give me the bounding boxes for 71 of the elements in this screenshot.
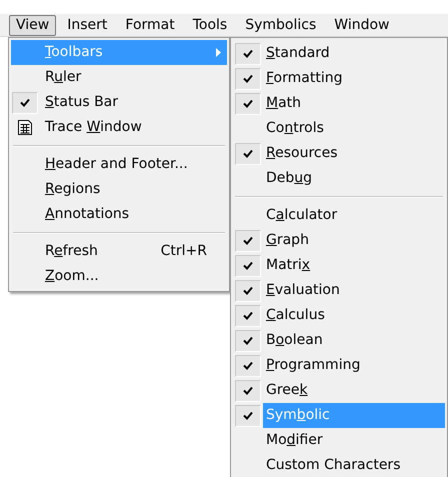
menu-item-label: Matrix bbox=[266, 256, 310, 275]
menu-item[interactable]: Refresh Ctrl+R bbox=[11, 239, 227, 264]
menu-item-label: Programming bbox=[266, 356, 360, 375]
menu-item[interactable]: Matrix bbox=[232, 253, 445, 278]
menu-item-label: Zoom... bbox=[45, 268, 99, 284]
menu-item[interactable]: Greek bbox=[232, 378, 445, 403]
checkmark-icon bbox=[242, 286, 253, 295]
menu-item[interactable]: Calculator bbox=[232, 203, 445, 228]
menu-item[interactable]: Custom Characters bbox=[232, 453, 445, 477]
menu-item-label: Ruler bbox=[45, 69, 82, 85]
menu-item[interactable]: Programming bbox=[232, 353, 445, 378]
menu-bar-item[interactable]: Tools bbox=[186, 14, 234, 36]
checkmark-icon bbox=[20, 98, 30, 107]
menu-item[interactable]: Standard bbox=[232, 41, 445, 66]
menu-item-label: Symbolic bbox=[266, 406, 330, 425]
menu-item[interactable]: Boolean bbox=[232, 328, 445, 353]
shortcut-label: Ctrl+R bbox=[160, 242, 207, 261]
menu-item-label: Header and Footer... bbox=[45, 156, 188, 172]
menu-item-label: Controls bbox=[266, 119, 324, 138]
checkmark-icon bbox=[242, 74, 253, 83]
menu-item-label: Math bbox=[266, 94, 302, 113]
menu-bar-item[interactable]: Symbolics bbox=[238, 14, 324, 36]
menu-item[interactable]: Zoom... bbox=[11, 264, 227, 289]
menu-item-label: Debug bbox=[266, 169, 312, 188]
menu-item-label: Evaluation bbox=[266, 281, 340, 300]
menu-item[interactable]: Math bbox=[232, 91, 445, 116]
menu-item[interactable]: Formatting bbox=[232, 66, 445, 91]
menu-item[interactable]: Modifier bbox=[232, 428, 445, 453]
checkmark-icon bbox=[242, 149, 253, 158]
menu-item[interactable]: Controls bbox=[232, 116, 445, 141]
menu-item-label: Resources bbox=[266, 144, 338, 163]
checkmark-icon bbox=[242, 386, 253, 395]
menu-item[interactable]: Regions bbox=[11, 177, 227, 202]
menu-item-label: Greek bbox=[266, 381, 308, 400]
menu-item[interactable]: Resources bbox=[232, 141, 445, 166]
menu-item-label: Modifier bbox=[266, 431, 323, 450]
menu-item-label: Toolbars bbox=[45, 44, 103, 60]
grid-window-icon bbox=[17, 119, 33, 136]
checkmark-icon bbox=[242, 411, 253, 420]
menu-item[interactable]: Header and Footer... bbox=[11, 152, 227, 177]
menu-item-label: Refresh bbox=[45, 243, 98, 259]
checkmark-icon bbox=[242, 49, 253, 58]
menu-item-label: Formatting bbox=[266, 69, 342, 88]
menu-item-label: Standard bbox=[266, 44, 330, 63]
menu-item-label: Annotations bbox=[45, 206, 130, 222]
menu-item[interactable]: Annotations bbox=[11, 202, 227, 227]
menu-item[interactable]: Ruler bbox=[11, 65, 227, 90]
checkmark-icon bbox=[242, 336, 253, 345]
menu-item-label: Calculus bbox=[266, 306, 325, 325]
menu-item[interactable]: Evaluation bbox=[232, 278, 445, 303]
menu-item-label: Status Bar bbox=[45, 94, 118, 110]
checkmark-icon bbox=[242, 361, 253, 370]
menu-bar-item[interactable]: Window bbox=[327, 14, 396, 36]
checkmark-icon bbox=[242, 99, 253, 108]
menu-item-label: Trace Window bbox=[45, 119, 142, 135]
checkmark-icon bbox=[242, 311, 253, 320]
menu-item-label: Calculator bbox=[266, 206, 338, 225]
menu-item[interactable]: Status Bar bbox=[11, 90, 227, 115]
menu-item-label: Regions bbox=[45, 181, 100, 197]
menu-item[interactable]: Graph bbox=[232, 228, 445, 253]
menu-bar-item[interactable]: Insert bbox=[60, 14, 114, 36]
checkmark-icon bbox=[242, 261, 253, 270]
menu-item[interactable]: Trace Window bbox=[11, 115, 227, 140]
menu-item[interactable]: Debug bbox=[232, 166, 445, 191]
menu-item-label: Boolean bbox=[266, 331, 323, 350]
checkmark-icon bbox=[242, 236, 253, 245]
menu-item[interactable]: Calculus bbox=[232, 303, 445, 328]
menu-bar-item[interactable]: Format bbox=[118, 14, 182, 36]
menu-bar-item[interactable]: View bbox=[9, 14, 56, 36]
menu-item-label: Graph bbox=[266, 231, 309, 250]
menu-item-label: Custom Characters bbox=[266, 456, 400, 475]
